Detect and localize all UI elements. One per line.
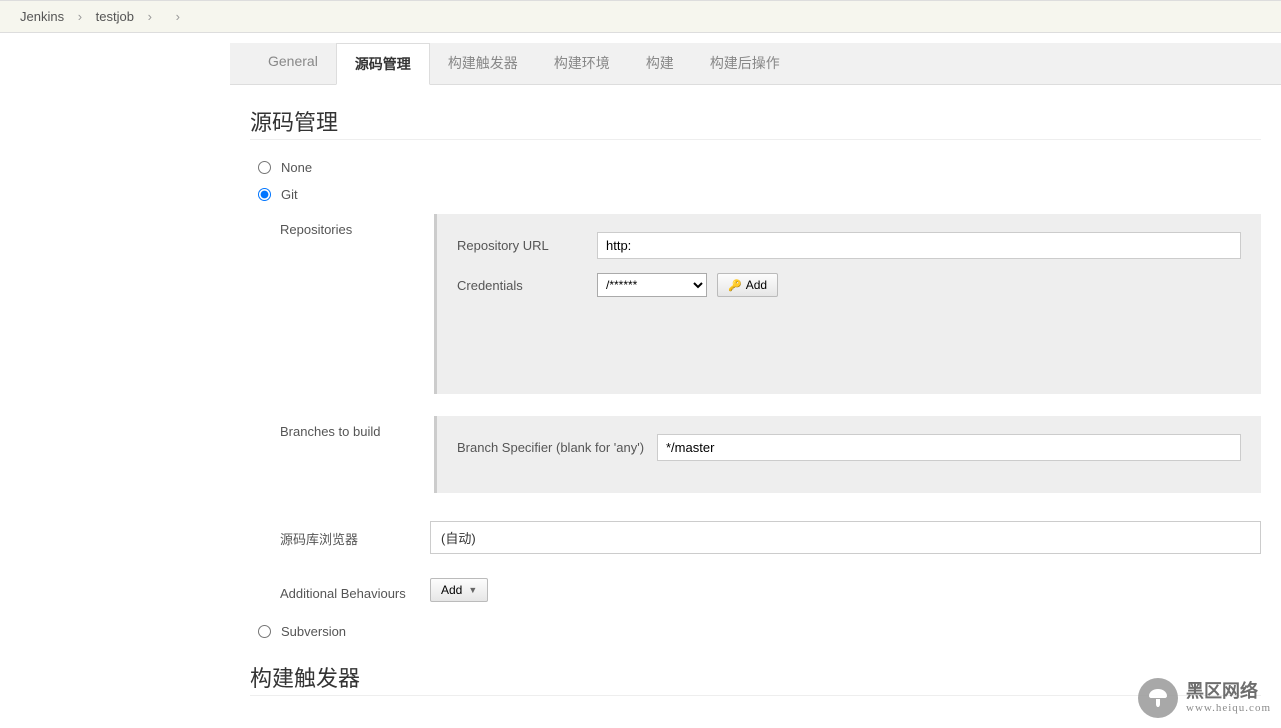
chevron-right-icon: › <box>78 9 82 24</box>
repo-url-label: Repository URL <box>457 238 597 253</box>
scm-git-label: Git <box>281 187 298 202</box>
add-credentials-button[interactable]: 🔑 Add <box>717 273 778 297</box>
tab-triggers[interactable]: 构建触发器 <box>430 43 536 84</box>
chevron-right-icon: › <box>176 9 180 24</box>
scm-none-radio[interactable] <box>258 161 271 174</box>
repo-url-input[interactable] <box>597 232 1241 259</box>
credentials-label: Credentials <box>457 278 597 293</box>
mushroom-icon <box>1138 678 1178 718</box>
additional-behaviours-label: Additional Behaviours <box>280 578 430 602</box>
tab-env[interactable]: 构建环境 <box>536 43 628 84</box>
tab-scm[interactable]: 源码管理 <box>336 43 430 85</box>
breadcrumb-job[interactable]: testjob <box>96 9 134 24</box>
scm-subversion-radio[interactable] <box>258 625 271 638</box>
tab-post[interactable]: 构建后操作 <box>692 43 798 84</box>
repo-browser-select[interactable]: (自动) <box>430 521 1261 554</box>
add-behaviour-label: Add <box>441 583 462 597</box>
scm-subversion-label: Subversion <box>281 624 346 639</box>
watermark-name: 黑区网络 <box>1186 682 1271 702</box>
scm-none-label: None <box>281 160 312 175</box>
branch-spec-input[interactable] <box>657 434 1241 461</box>
add-credentials-label: Add <box>746 278 767 292</box>
key-icon: 🔑 <box>728 279 742 292</box>
branches-panel: Branch Specifier (blank for 'any') <box>434 416 1261 493</box>
scm-section-title: 源码管理 <box>250 105 1261 140</box>
chevron-down-icon: ▼ <box>468 585 477 595</box>
scm-section: 源码管理 None Git Repositories Repository UR… <box>230 85 1281 716</box>
add-behaviour-button[interactable]: Add ▼ <box>430 578 488 602</box>
scm-git-radio[interactable] <box>258 188 271 201</box>
branches-label: Branches to build <box>280 416 430 493</box>
repositories-label: Repositories <box>280 214 430 394</box>
triggers-section-title: 构建触发器 <box>250 661 1261 696</box>
repositories-panel: Repository URL Credentials /****** <box>434 214 1261 394</box>
tab-build[interactable]: 构建 <box>628 43 692 84</box>
breadcrumb: Jenkins › testjob › › <box>0 0 1281 33</box>
breadcrumb-jenkins[interactable]: Jenkins <box>20 9 64 24</box>
watermark-url: www.heiqu.com <box>1186 702 1271 714</box>
credentials-select[interactable]: /****** <box>597 273 707 297</box>
chevron-right-icon: › <box>148 9 152 24</box>
repo-browser-label: 源码库浏览器 <box>280 521 430 554</box>
tab-general[interactable]: General <box>250 43 336 84</box>
watermark: 黑区网络 www.heiqu.com <box>1138 678 1271 718</box>
branch-spec-label: Branch Specifier (blank for 'any') <box>457 440 657 455</box>
config-tabs: General 源码管理 构建触发器 构建环境 构建 构建后操作 <box>230 43 1281 85</box>
